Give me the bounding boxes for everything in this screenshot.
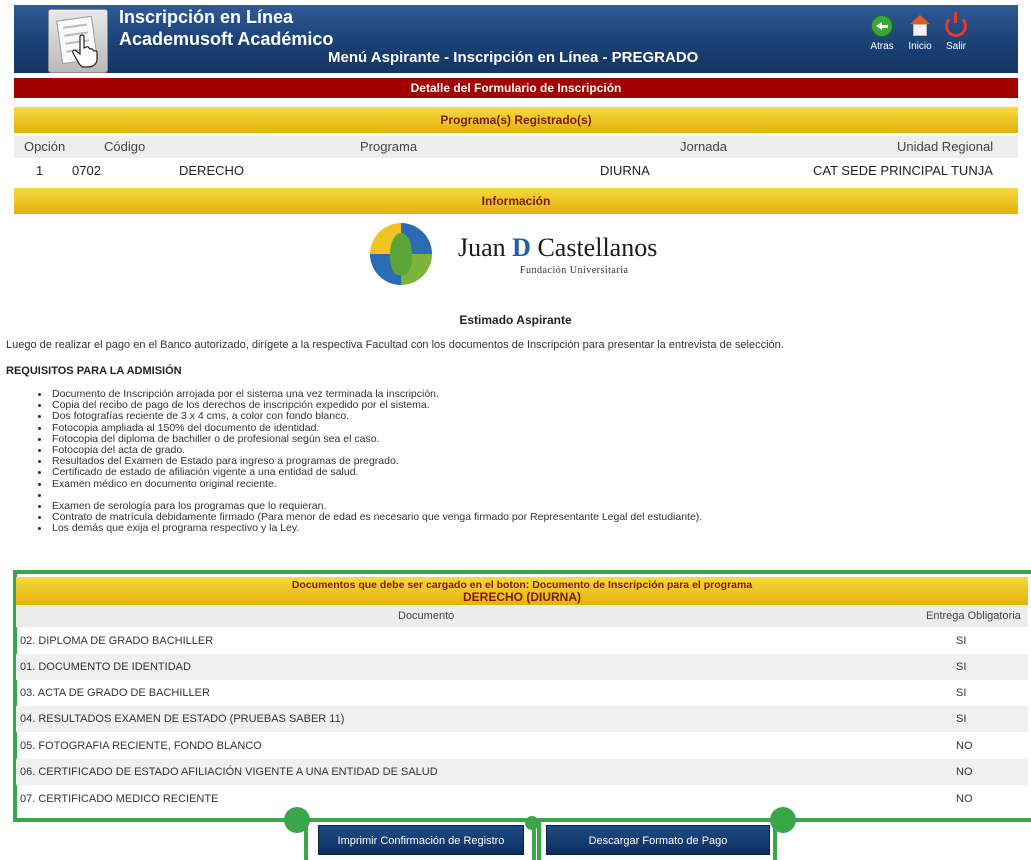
highlight-dot <box>284 807 310 833</box>
app-subtitle: Academusoft Académico <box>119 29 334 49</box>
information-section-title: Información <box>14 188 1018 214</box>
col-entrega: Entrega Obligatoria <box>926 610 1021 622</box>
documents-section-title: Documentos que debe ser cargado en el bo… <box>16 577 1028 605</box>
col-jornada: Jornada <box>680 139 727 154</box>
home-icon <box>909 15 931 37</box>
table-row: 03. ACTA DE GRADO DE BACHILLER SI <box>16 680 1028 706</box>
doc-required: NO <box>956 740 973 752</box>
doc-required: SI <box>956 635 967 647</box>
col-codigo: Código <box>104 139 146 154</box>
col-unidad: Unidad Regional <box>897 139 994 154</box>
doc-required: NO <box>956 793 973 805</box>
doc-name: 05. FOTOGRAFIA RECIENTE, FONDO BLANCO <box>20 740 262 752</box>
table-row: 05. FOTOGRAFIA RECIENTE, FONDO BLANCO NO <box>16 733 1028 759</box>
home-label: Inicio <box>908 41 932 52</box>
institution-logo: Juan D Castellanos Fundación Universitar… <box>370 223 660 285</box>
col-programa: Programa <box>360 139 418 154</box>
cell-jornada: DIURNA <box>600 163 650 178</box>
doc-name: 07. CERTIFICADO MEDICO RECIENTE <box>20 793 219 805</box>
doc-name: 04. RESULTADOS EXAMEN DE ESTADO (PRUEBAS… <box>20 713 345 725</box>
documents-title-program: DERECHO (DIURNA) <box>463 590 581 604</box>
table-row: 02. DIPLOMA DE GRADO BACHILLER SI <box>16 628 1028 654</box>
list-item: Los demás que exija el programa respecti… <box>37 523 702 534</box>
app-title: Inscripción en Línea <box>119 7 294 27</box>
list-item: Dos fotografías reciente de 3 x 4 cms, a… <box>37 411 702 422</box>
col-opcion: Opción <box>24 139 66 154</box>
intro-text: Luego de realizar el pago en el Banco au… <box>6 339 784 351</box>
highlight-dot <box>770 807 796 833</box>
table-row: 04. RESULTADOS EXAMEN DE ESTADO (PRUEBAS… <box>16 706 1028 732</box>
list-item: Certificado de estado de afiliación vige… <box>37 467 702 478</box>
doc-required: SI <box>956 713 967 725</box>
power-icon <box>945 12 967 37</box>
top-bar: Inscripción en Línea Academusoft Académi… <box>0 0 1031 77</box>
doc-name: 02. DIPLOMA DE GRADO BACHILLER <box>20 635 214 647</box>
requirements-title: REQUISITOS PARA LA ADMISIÓN <box>6 365 182 377</box>
doc-name: 03. ACTA DE GRADO DE BACHILLER <box>20 687 210 699</box>
back-label: Atras <box>870 41 894 52</box>
cell-opcion: 1 <box>36 163 44 178</box>
institution-subtitle: Fundación Universitaria <box>520 265 629 276</box>
programs-table-header: Opción Código Programa Jornada Unidad Re… <box>14 136 1018 158</box>
col-documento: Documento <box>398 610 455 622</box>
doc-name: 06. CERTIFICADO DE ESTADO AFILIACIÓN VIG… <box>20 766 438 778</box>
doc-required: NO <box>956 766 973 778</box>
institution-name: Juan D Castellanos <box>458 233 658 262</box>
home-button[interactable]: Inicio <box>900 15 940 52</box>
greeting: Estimado Aspirante <box>459 313 572 327</box>
detail-title: Detalle del Formulario de Inscripción <box>14 78 1018 98</box>
cell-codigo: 0702 <box>72 163 101 178</box>
print-confirmation-button[interactable]: Imprimir Confirmación de Registro <box>318 825 524 855</box>
app-header: Inscripción en Línea Academusoft Académi… <box>14 5 1018 73</box>
documents-title-line1: Documentos que debe ser cargado en el bo… <box>291 579 753 591</box>
logout-button[interactable]: Salir <box>936 12 976 52</box>
list-item: Examen médico en documento original reci… <box>37 478 702 490</box>
table-row: 06. CERTIFICADO DE ESTADO AFILIACIÓN VIG… <box>16 759 1028 785</box>
programs-section-title: Programa(s) Registrado(s) <box>14 107 1018 133</box>
download-payment-button[interactable]: Descargar Formato de Pago <box>546 825 770 855</box>
cell-unidad: CAT SEDE PRINCIPAL TUNJA <box>813 163 993 178</box>
tree-emblem-icon <box>370 223 432 285</box>
pointer-hand-icon <box>72 34 98 68</box>
table-row: 01. DOCUMENTO DE IDENTIDAD SI <box>16 654 1028 680</box>
doc-required: SI <box>956 687 967 699</box>
back-arrow-icon <box>871 15 893 37</box>
back-button[interactable]: Atras <box>862 15 902 52</box>
doc-required: SI <box>956 661 967 673</box>
doc-name: 01. DOCUMENTO DE IDENTIDAD <box>20 661 191 673</box>
menu-title: Menú Aspirante - Inscripción en Línea - … <box>328 49 699 66</box>
table-row: 1 0702 DERECHO DIURNA CAT SEDE PRINCIPAL… <box>14 160 1018 180</box>
table-row: 07. CERTIFICADO MEDICO RECIENTE NO <box>16 786 1028 812</box>
logout-label: Salir <box>945 41 966 52</box>
cell-programa: DERECHO <box>179 163 245 178</box>
requirements-list: Documento de Inscripción arrojada por el… <box>37 388 702 534</box>
app-logo <box>48 9 108 73</box>
documents-table-header: Documento Entrega Obligatoria <box>16 605 1028 627</box>
highlight-dot <box>525 816 539 830</box>
